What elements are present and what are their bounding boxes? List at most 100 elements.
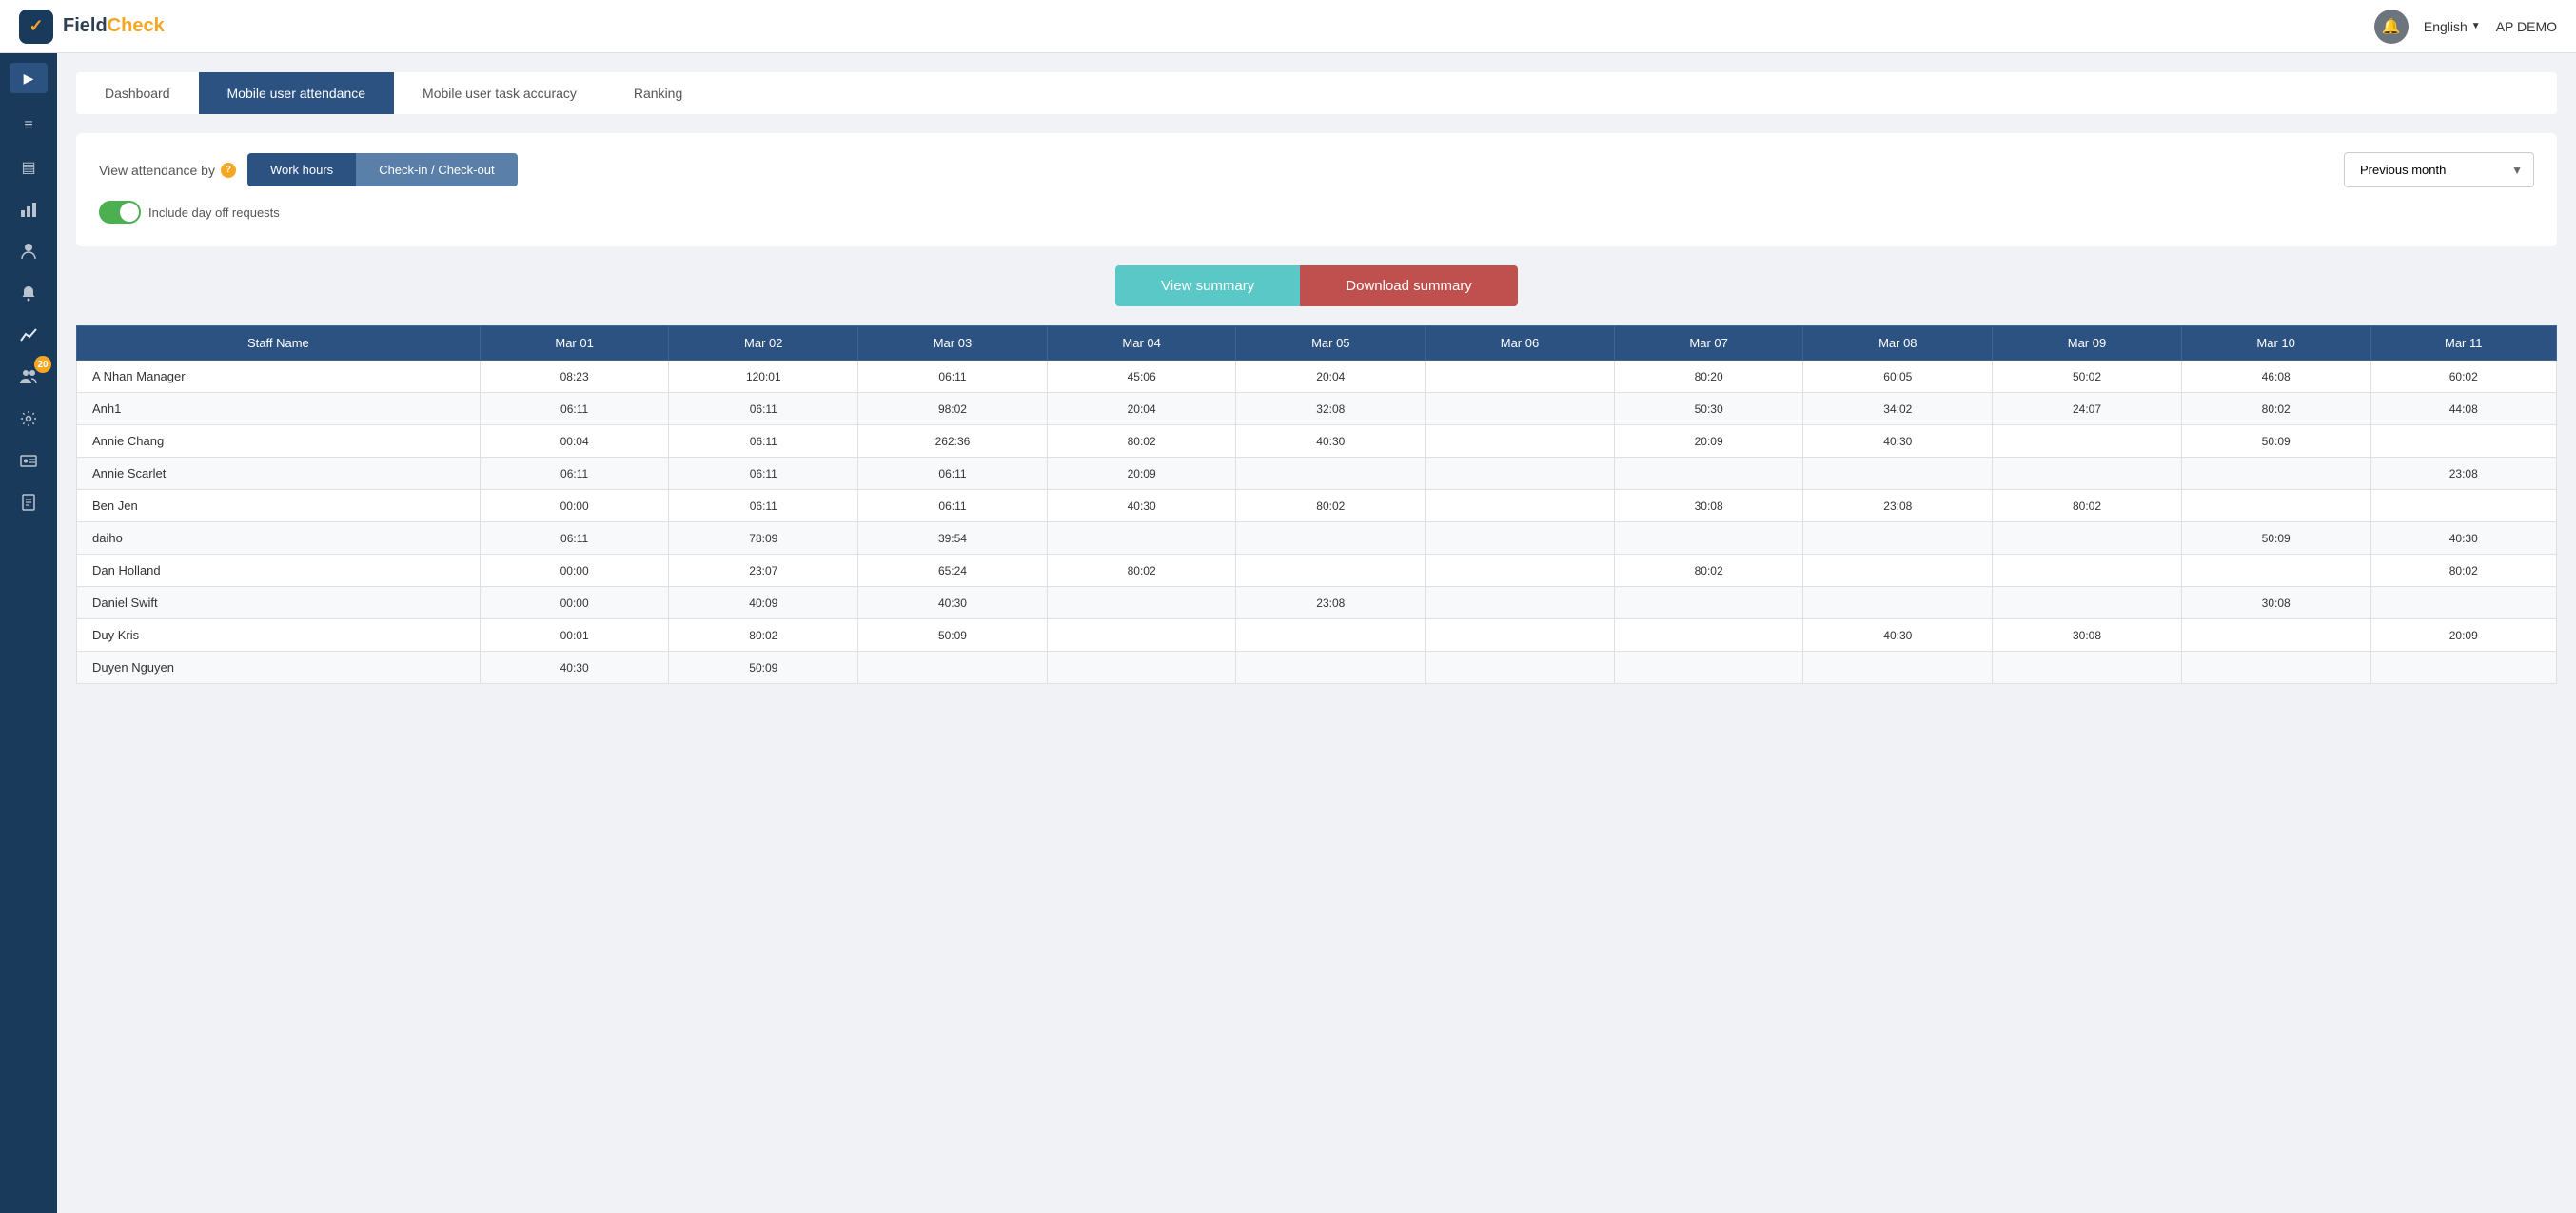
attendance-cell: 80:02 (1993, 490, 2182, 522)
notification-bell-button[interactable]: 🔔 (2374, 10, 2409, 44)
attendance-cell (1047, 587, 1236, 619)
attendance-cell (1803, 458, 1993, 490)
attendance-cell (1803, 555, 1993, 587)
attendance-cell: 23:08 (1803, 490, 1993, 522)
month-select-wrapper: Previous month Current month Custom rang… (2344, 152, 2534, 187)
attendance-cell: 20:09 (1047, 458, 1236, 490)
attendance-cell (1614, 522, 1803, 555)
attendance-cell: 78:09 (669, 522, 858, 555)
attendance-cell (1236, 522, 1426, 555)
attendance-cell: 40:30 (858, 587, 1048, 619)
staff-name-cell: Annie Scarlet (77, 458, 481, 490)
controls-section: View attendance by ? Work hours Check-in… (76, 133, 2557, 246)
sidebar-item-gear[interactable] (10, 401, 48, 436)
attendance-cell: 40:30 (1047, 490, 1236, 522)
attendance-cell: 80:02 (1047, 425, 1236, 458)
sidebar-toggle-button[interactable]: ▶ (10, 63, 48, 93)
attendance-cell: 45:06 (1047, 361, 1236, 393)
sidebar-item-list[interactable]: ▤ (10, 150, 48, 185)
attendance-cell (1614, 587, 1803, 619)
attendance-cell (1426, 425, 1615, 458)
col-mar10: Mar 10 (2181, 326, 2370, 361)
attendance-cell (1614, 458, 1803, 490)
attendance-cell: 65:24 (858, 555, 1048, 587)
col-mar01: Mar 01 (480, 326, 669, 361)
tab-dashboard[interactable]: Dashboard (76, 72, 199, 114)
attendance-cell: 39:54 (858, 522, 1048, 555)
attendance-cell: 80:02 (2370, 555, 2557, 587)
work-hours-button[interactable]: Work hours (247, 153, 356, 186)
sidebar-item-menu[interactable]: ≡ (10, 108, 48, 143)
sidebar-item-bell[interactable] (10, 276, 48, 310)
attendance-cell: 06:11 (669, 490, 858, 522)
attendance-cell: 80:02 (1236, 490, 1426, 522)
attendance-cell (1803, 652, 1993, 684)
include-day-off-toggle[interactable] (99, 201, 141, 224)
tab-ranking[interactable]: Ranking (605, 72, 711, 114)
table-row: Annie Scarlet06:1106:1106:1120:0923:08 (77, 458, 2557, 490)
navbar-right: 🔔 English ▼ AP DEMO (2374, 10, 2557, 44)
period-select[interactable]: Previous month Current month Custom rang… (2344, 152, 2534, 187)
attendance-cell: 23:08 (2370, 458, 2557, 490)
tab-mobile-task[interactable]: Mobile user task accuracy (394, 72, 605, 114)
attendance-cell (1426, 361, 1615, 393)
attendance-cell: 80:02 (669, 619, 858, 652)
attendance-cell (1047, 652, 1236, 684)
attendance-cell: 30:08 (1993, 619, 2182, 652)
attendance-cell: 08:23 (480, 361, 669, 393)
col-mar03: Mar 03 (858, 326, 1048, 361)
attendance-cell: 20:09 (1614, 425, 1803, 458)
controls-row: View attendance by ? Work hours Check-in… (99, 152, 2534, 187)
attendance-cell: 34:02 (1803, 393, 1993, 425)
sidebar-item-document[interactable] (10, 485, 48, 519)
attendance-cell (1803, 522, 1993, 555)
staff-name-cell: Dan Holland (77, 555, 481, 587)
attendance-cell (1993, 522, 2182, 555)
action-buttons: View summary Download summary (76, 265, 2557, 306)
main-content: Dashboard Mobile user attendance Mobile … (57, 53, 2576, 1213)
attendance-cell: 80:02 (2181, 393, 2370, 425)
controls-left: View attendance by ? Work hours Check-in… (99, 153, 518, 186)
navbar: FieldCheck 🔔 English ▼ AP DEMO (0, 0, 2576, 53)
sidebar-item-chart[interactable] (10, 192, 48, 226)
table-row: Duy Kris00:0180:0250:0940:3030:0820:09 (77, 619, 2557, 652)
attendance-cell (1236, 619, 1426, 652)
attendance-cell (2370, 587, 2557, 619)
attendance-cell: 40:30 (1236, 425, 1426, 458)
checkin-checkout-button[interactable]: Check-in / Check-out (356, 153, 517, 186)
tab-bar: Dashboard Mobile user attendance Mobile … (76, 72, 2557, 114)
attendance-cell (2370, 652, 2557, 684)
users-badge: 20 (34, 356, 51, 373)
attendance-cell: 06:11 (669, 393, 858, 425)
attendance-cell: 80:02 (1047, 555, 1236, 587)
navbar-left: FieldCheck (19, 10, 165, 44)
attendance-cell: 80:20 (1614, 361, 1803, 393)
sidebar-item-person[interactable] (10, 234, 48, 268)
attendance-cell: 40:30 (1803, 425, 1993, 458)
language-arrow-icon: ▼ (2471, 21, 2481, 31)
attendance-cell (1614, 619, 1803, 652)
download-summary-button[interactable]: Download summary (1300, 265, 1518, 306)
col-mar11: Mar 11 (2370, 326, 2557, 361)
sidebar-item-users[interactable]: 20 (10, 360, 48, 394)
attendance-cell: 20:04 (1047, 393, 1236, 425)
col-mar07: Mar 07 (1614, 326, 1803, 361)
attendance-cell: 20:04 (1236, 361, 1426, 393)
tab-mobile-attendance[interactable]: Mobile user attendance (199, 72, 395, 114)
logo-text: FieldCheck (63, 15, 165, 37)
sidebar-item-trend[interactable] (10, 318, 48, 352)
attendance-cell: 60:02 (2370, 361, 2557, 393)
attendance-cell: 32:08 (1236, 393, 1426, 425)
info-icon[interactable]: ? (221, 163, 236, 178)
col-mar04: Mar 04 (1047, 326, 1236, 361)
table-row: Duyen Nguyen40:3050:09 (77, 652, 2557, 684)
language-selector[interactable]: English ▼ (2424, 19, 2481, 34)
table-row: Annie Chang00:0406:11262:3680:0240:3020:… (77, 425, 2557, 458)
attendance-cell: 98:02 (858, 393, 1048, 425)
attendance-cell (1614, 652, 1803, 684)
attendance-cell (1993, 555, 2182, 587)
view-summary-button[interactable]: View summary (1115, 265, 1300, 306)
sidebar-item-id-card[interactable] (10, 443, 48, 478)
attendance-cell: 50:09 (858, 619, 1048, 652)
attendance-cell: 30:08 (2181, 587, 2370, 619)
